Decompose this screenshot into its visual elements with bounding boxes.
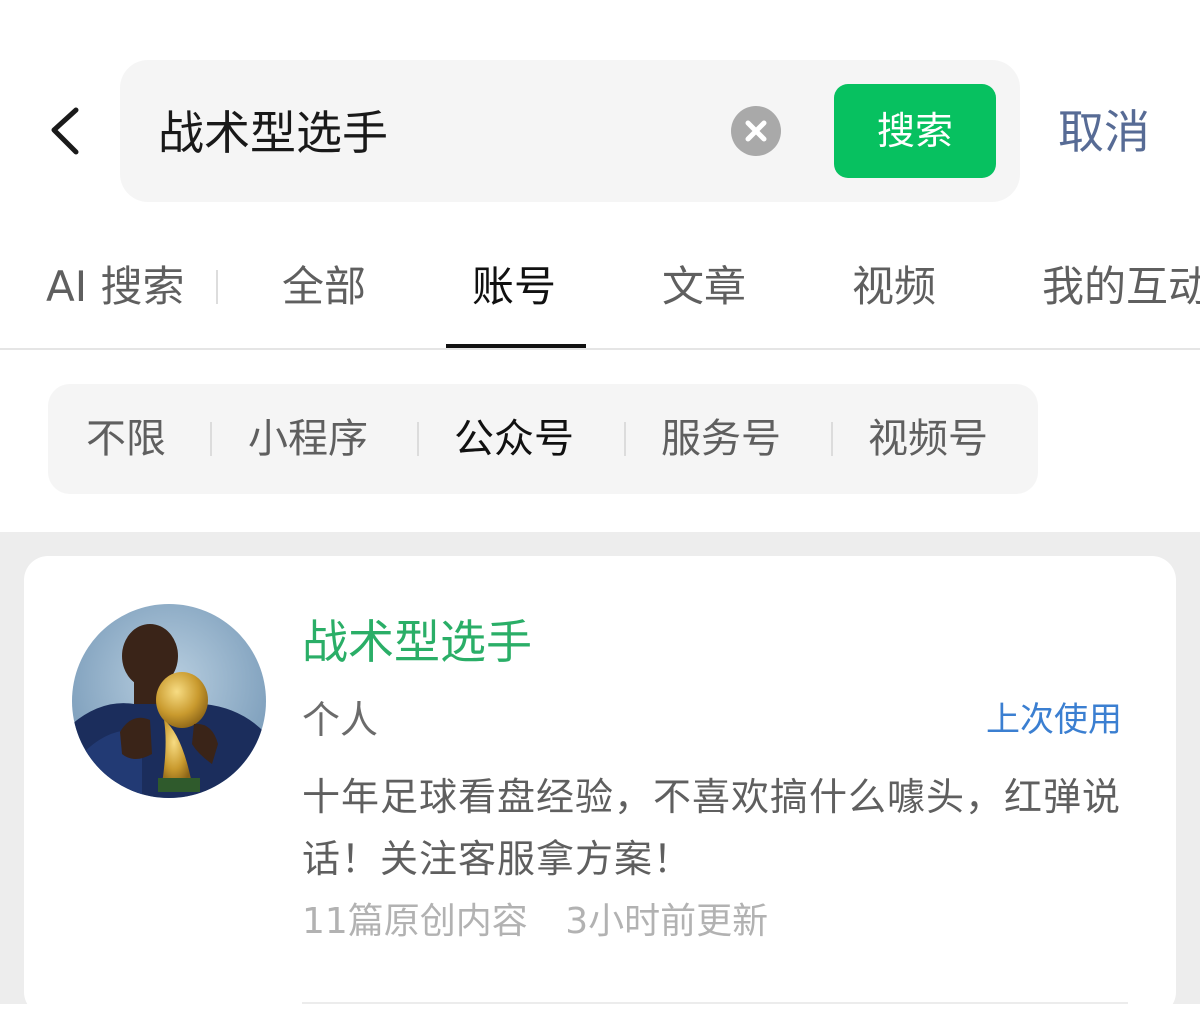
filter-divider [624, 422, 626, 456]
filter-mini-program[interactable]: 小程序 [248, 414, 368, 464]
account-result-card[interactable]: 战术型选手 个人 上次使用 十年足球看盘经验，不喜欢搞什么噱头，红弹说话！关注客… [24, 556, 1176, 1016]
tab-videos[interactable]: 视频 [852, 262, 936, 312]
tab-accounts[interactable]: 账号 [472, 262, 556, 312]
tab-divider [216, 270, 218, 304]
filter-service-account[interactable]: 服务号 [661, 414, 781, 464]
tab-articles[interactable]: 文章 [662, 262, 746, 312]
chevron-left-icon [51, 107, 79, 155]
tab-bar: AI 搜索 全部 账号 文章 视频 我的互动 [0, 240, 1200, 350]
filter-official-account[interactable]: 公众号 [454, 414, 574, 464]
article-count: 11篇原创内容 [302, 901, 528, 942]
active-tab-indicator [446, 344, 586, 348]
search-header: 搜索 取消 AI 搜索 全部 账号 文章 视频 我的互动 不限 小程序 公众号 … [0, 0, 1200, 532]
account-name[interactable]: 战术型选手 [302, 614, 532, 670]
filter-divider [831, 422, 833, 456]
search-input[interactable] [158, 98, 718, 162]
avatar-image [72, 604, 266, 798]
avatar[interactable] [72, 604, 266, 798]
account-meta: 11篇原创内容 3小时前更新 [302, 898, 794, 946]
search-button[interactable]: 搜索 [834, 84, 996, 178]
update-time: 3小时前更新 [565, 901, 769, 942]
clear-icon [745, 120, 767, 142]
filter-divider [210, 422, 212, 456]
tab-ai-search[interactable]: AI 搜索 [46, 262, 184, 312]
filter-channels[interactable]: 视频号 [868, 414, 988, 464]
clear-button[interactable] [731, 106, 781, 156]
search-box: 搜索 [120, 60, 1020, 202]
account-type: 个人 [302, 698, 379, 742]
filter-divider [417, 422, 419, 456]
back-button[interactable] [40, 100, 100, 160]
tab-all[interactable]: 全部 [282, 262, 366, 312]
account-description: 十年足球看盘经验，不喜欢搞什么噱头，红弹说话！关注客服拿方案！ [302, 775, 1122, 881]
filter-unlimited[interactable]: 不限 [86, 414, 166, 464]
tab-my-interactions[interactable]: 我的互动 [1042, 262, 1200, 312]
last-used-badge: 上次使用 [986, 700, 1122, 740]
cancel-button[interactable]: 取消 [1058, 104, 1150, 160]
filter-bar: 不限 小程序 公众号 服务号 视频号 [48, 384, 1038, 494]
